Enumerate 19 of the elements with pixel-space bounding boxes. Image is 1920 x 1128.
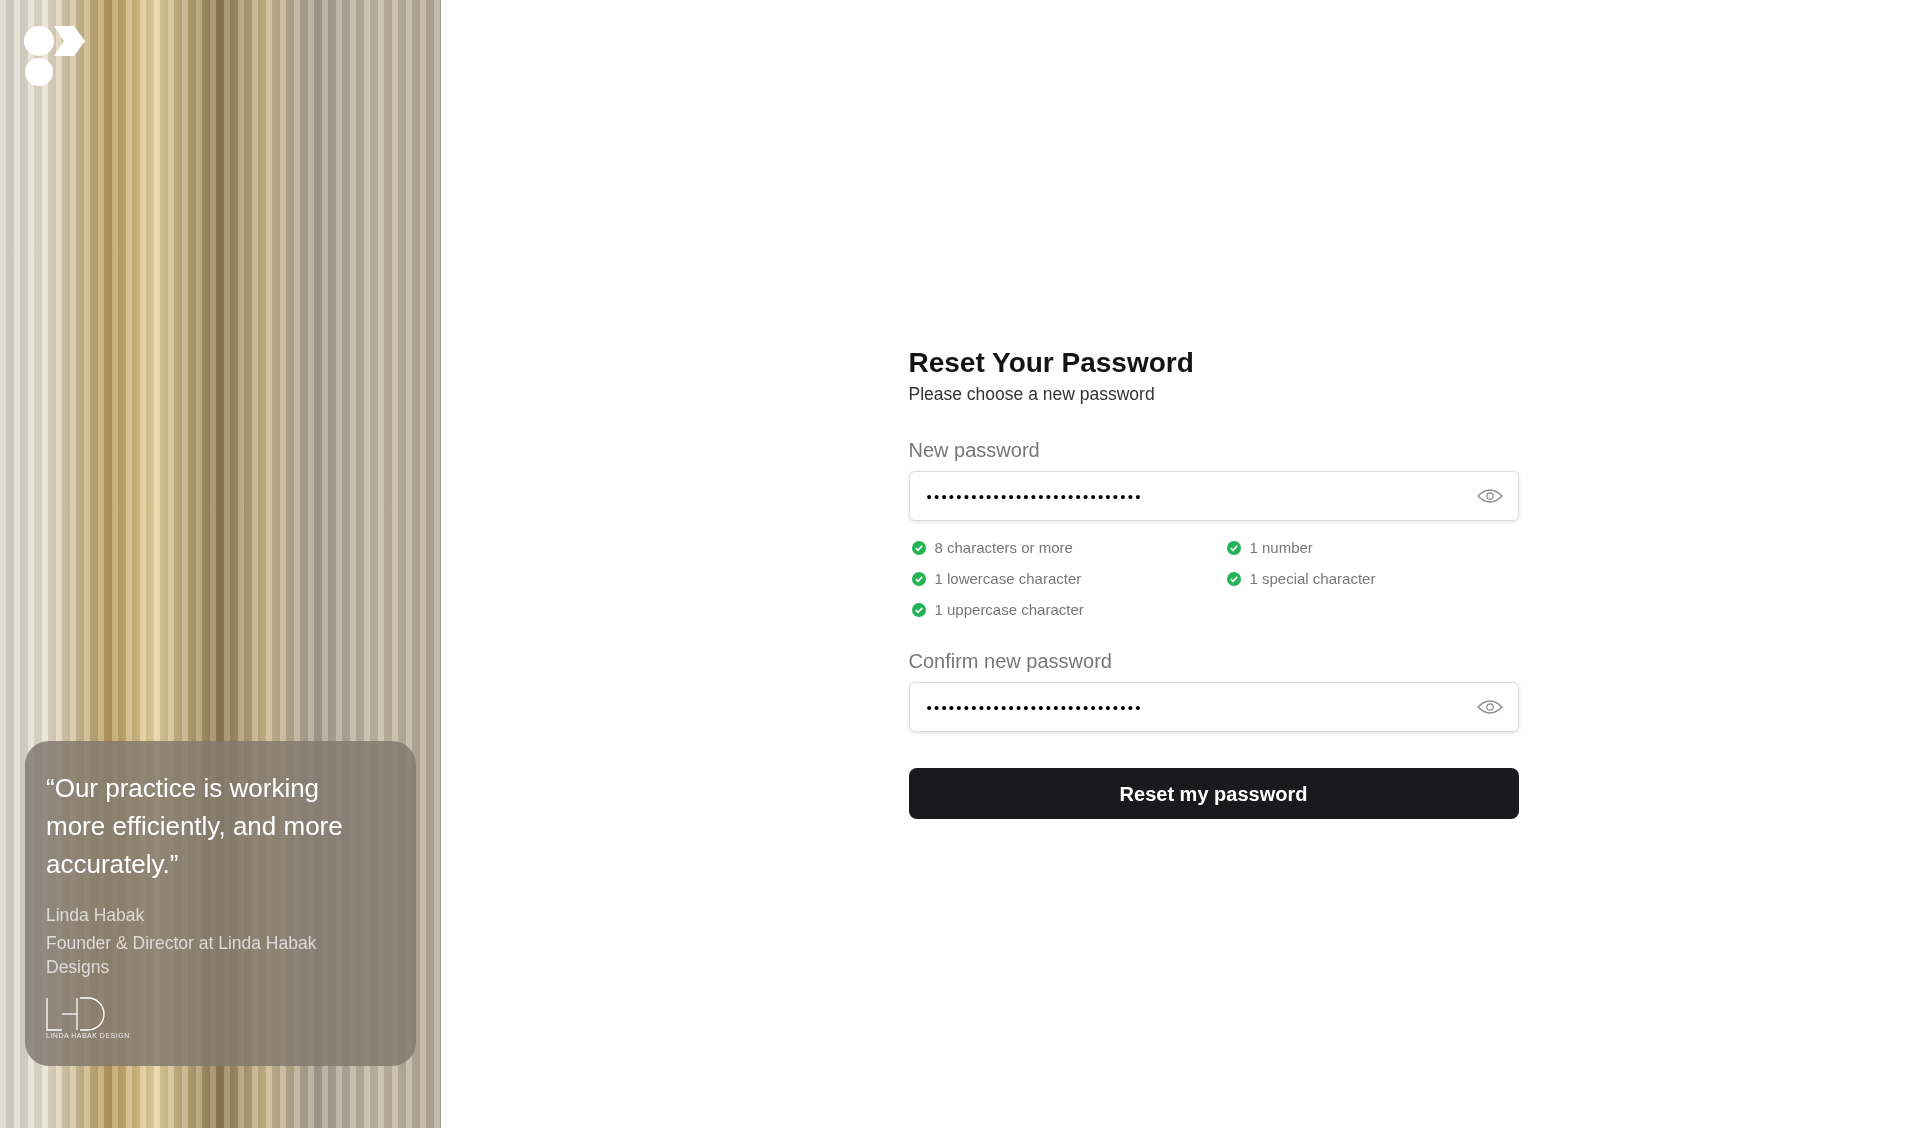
field-label: Confirm new password <box>908 649 1113 675</box>
requirement-text: 1 special character <box>1249 569 1376 590</box>
eye-icon[interactable] <box>1476 699 1503 716</box>
eye-icon[interactable] <box>1476 488 1503 505</box>
page-title: Reset Your Password <box>908 346 1195 380</box>
page-subtitle: Please choose a new password <box>908 383 1156 406</box>
requirement-text: 8 characters or more <box>934 538 1073 559</box>
logo-icon <box>24 24 86 86</box>
reset-password-button[interactable]: Reset my password <box>908 768 1519 820</box>
company-logo-icon <box>46 997 106 1031</box>
requirement-text: 1 lowercase character <box>934 569 1082 590</box>
author-name: Linda Habak <box>46 904 146 927</box>
password-field[interactable]: ••••••••••••••••••••••••••••• <box>908 682 1519 733</box>
quote-text: “Our practice is working more efficiently, and more accurately.” <box>46 772 344 881</box>
requirement-text: 1 uppercase character <box>934 600 1084 621</box>
password-field[interactable]: ••••••••••••••••••••••••••••• <box>908 471 1519 522</box>
requirement-text: 1 number <box>1249 538 1313 559</box>
field-label: New password <box>908 438 1041 464</box>
author-role: Founder & Director at Linda Habak Designs <box>46 932 318 979</box>
